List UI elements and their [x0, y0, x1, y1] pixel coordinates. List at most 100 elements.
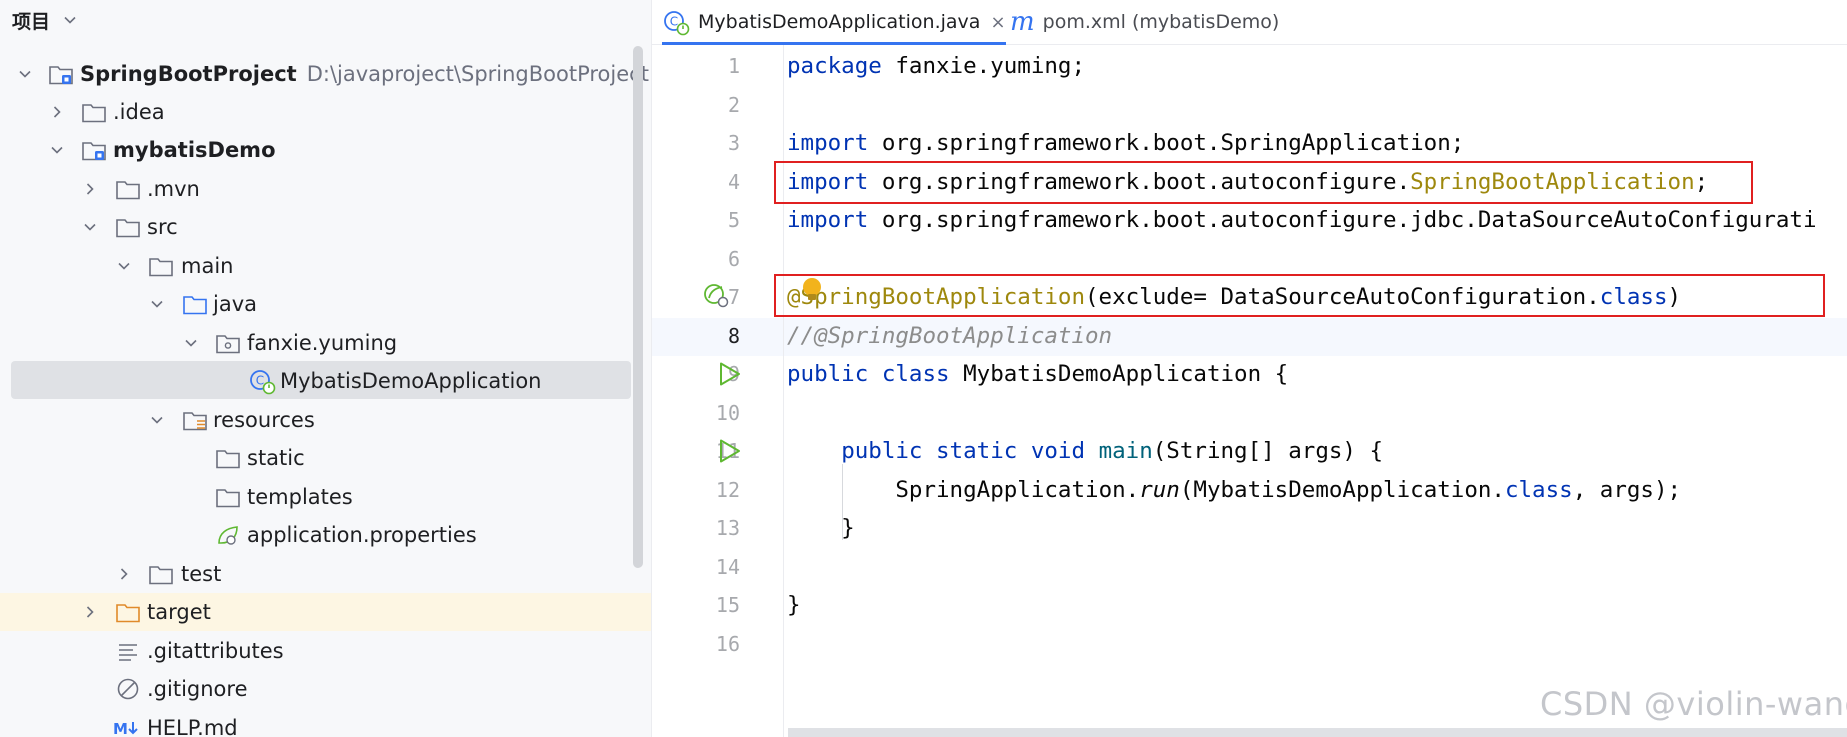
chevron-down-icon[interactable]: [150, 413, 164, 427]
panel-header[interactable]: 项目: [0, 0, 651, 40]
excluded-folder-icon: [116, 604, 140, 623]
line-number: 3: [727, 131, 740, 155]
chevron-down-icon[interactable]: [117, 259, 131, 273]
spring-properties-icon: [218, 526, 238, 545]
chevron-down-icon[interactable]: [64, 14, 76, 26]
tab-mybatisdemoapplication-java[interactable]: C MybatisDemoApplication.java ×: [662, 0, 1006, 45]
tree-item-label: .gitattributes: [147, 639, 284, 663]
tree-item-idea[interactable]: .idea: [0, 93, 651, 131]
code-line-5[interactable]: import org.springframework.boot.autoconf…: [787, 201, 1817, 239]
tab-label: pom.xml (mybatisDemo): [1042, 11, 1280, 33]
tree-item-gitattributes[interactable]: .gitattributes: [0, 632, 651, 670]
keyword: import: [787, 207, 869, 233]
code-line-11[interactable]: public static void main(String[] args) {: [787, 432, 1383, 470]
ignore-file-icon: [117, 678, 139, 700]
tree-item-label: .mvn: [147, 177, 200, 201]
line-number: 6: [727, 247, 740, 271]
chevron-down-icon[interactable]: [50, 143, 64, 157]
folder-icon: [149, 258, 173, 277]
close-icon[interactable]: ×: [990, 12, 1005, 33]
code-line-8[interactable]: //@SpringBootApplication: [787, 317, 1112, 355]
code-text: fanxie.yuming;: [881, 53, 1086, 79]
tree-item-label: src: [147, 215, 178, 239]
code-line-3[interactable]: import org.springframework.boot.SpringAp…: [787, 124, 1464, 162]
code-text: org.springframework.boot.SpringApplicati…: [868, 130, 1465, 156]
code-text: }: [787, 515, 855, 541]
horizontal-scrollbar[interactable]: [788, 728, 1847, 737]
line-number: 4: [727, 170, 740, 194]
folder-icon: [216, 450, 240, 469]
module-folder-icon: [49, 66, 73, 85]
method-name: main: [1085, 438, 1153, 464]
tree-item-application-properties[interactable]: application.properties: [0, 516, 651, 554]
comment: //@SpringBootApplication: [787, 323, 1113, 349]
folder-icon: [216, 489, 240, 508]
tree-item-gitignore[interactable]: .gitignore: [0, 670, 651, 708]
highlight-box-import: [774, 161, 1753, 204]
tree-item-package[interactable]: fanxie.yuming: [0, 324, 651, 362]
module-folder-icon: [82, 142, 106, 161]
code-line-15[interactable]: }: [787, 586, 801, 624]
chevron-right-icon[interactable]: [117, 567, 131, 581]
tree-item-label: main: [181, 254, 234, 278]
tab-label: MybatisDemoApplication.java: [698, 11, 981, 33]
tree-item-resources[interactable]: resources: [0, 401, 651, 439]
svg-text:C: C: [256, 374, 264, 388]
svg-text:M: M: [113, 720, 128, 737]
tree-item-test[interactable]: test: [0, 555, 651, 593]
folder-icon: [116, 219, 140, 238]
chevron-down-icon[interactable]: [83, 220, 97, 234]
line-number: 10: [715, 401, 740, 425]
code-text: MybatisDemoApplication {: [949, 361, 1289, 387]
tree-item-src[interactable]: src: [0, 208, 651, 246]
editor-tab-bar: C MybatisDemoApplication.java × m pom.xm…: [652, 0, 1847, 45]
tree-item-target[interactable]: target: [0, 593, 651, 631]
tree-item-label: static: [247, 446, 305, 470]
tree-item-main[interactable]: main: [0, 247, 651, 285]
tree-item-mvn[interactable]: .mvn: [0, 170, 651, 208]
tree-item-springbootproject[interactable]: SpringBootProject D:\javaproject\SpringBo…: [0, 55, 651, 93]
tree-item-help-md[interactable]: M HELP.md: [0, 709, 651, 737]
line-number: 1: [727, 54, 740, 78]
code-text: (String[] args) {: [1152, 438, 1384, 464]
spring-boot-class-icon: C: [250, 370, 276, 395]
chevron-right-icon[interactable]: [83, 182, 97, 196]
tree-item-java[interactable]: java: [0, 285, 651, 323]
tree-item-label: templates: [247, 485, 353, 509]
tree-item-static[interactable]: static: [0, 439, 651, 477]
run-icon[interactable]: [716, 360, 744, 388]
tree-item-label: SpringBootProject: [80, 62, 297, 86]
source-folder-icon: [183, 296, 207, 315]
chevron-down-icon[interactable]: [184, 336, 198, 350]
code-line-1[interactable]: package fanxie.yuming;: [787, 47, 1085, 85]
chevron-down-icon[interactable]: [150, 297, 164, 311]
chevron-down-icon[interactable]: [18, 67, 32, 81]
keyword: import: [787, 130, 869, 156]
code-text: , args);: [1572, 477, 1682, 503]
code-line-13[interactable]: }: [787, 509, 855, 547]
tab-pom-xml[interactable]: m pom.xml (mybatisDemo): [1010, 0, 1279, 44]
run-icon[interactable]: [716, 437, 744, 465]
spring-bean-gutter-icon[interactable]: [702, 281, 730, 309]
tree-item-label: target: [147, 600, 211, 624]
code-line-12[interactable]: SpringApplication.run(MybatisDemoApplica…: [787, 471, 1681, 509]
tree-item-templates[interactable]: templates: [0, 478, 651, 516]
code-text: org.springframework.boot.autoconfigure.j…: [868, 207, 1817, 233]
line-number: 2: [727, 93, 740, 117]
vertical-scrollbar[interactable]: [633, 46, 643, 568]
tree-item-label: MybatisDemoApplication: [280, 369, 542, 393]
chevron-right-icon[interactable]: [50, 105, 64, 119]
line-number: 14: [715, 555, 740, 579]
panel-title: 项目: [12, 10, 51, 33]
project-path: D:\javaproject\SpringBootProject: [306, 62, 649, 86]
tree-item-mybatisdemoapplication[interactable]: C MybatisDemoApplication: [0, 362, 651, 400]
line-number: 16: [715, 632, 740, 656]
chevron-right-icon[interactable]: [83, 605, 97, 619]
tree-item-mybatisdemo[interactable]: mybatisDemo: [0, 131, 651, 169]
line-number-current: 8: [727, 324, 740, 348]
line-number: 13: [715, 516, 740, 540]
tree-item-label: fanxie.yuming: [247, 331, 398, 355]
code-line-9[interactable]: public class MybatisDemoApplication {: [787, 355, 1288, 393]
tree-item-label: test: [181, 562, 222, 586]
